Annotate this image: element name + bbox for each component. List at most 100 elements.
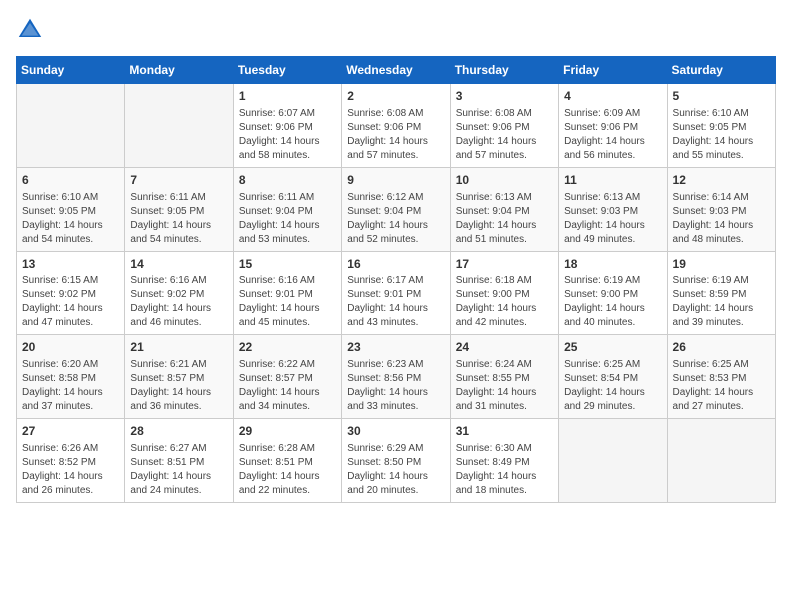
calendar-week-3: 13Sunrise: 6:15 AM Sunset: 9:02 PM Dayli…	[17, 251, 776, 335]
page-header	[16, 16, 776, 44]
day-number: 29	[239, 423, 336, 440]
day-number: 27	[22, 423, 119, 440]
day-info: Sunrise: 6:21 AM Sunset: 8:57 PM Dayligh…	[130, 358, 227, 414]
day-number: 20	[22, 339, 119, 356]
calendar-cell: 11 Sunrise: 6:13 AM Sunset: 9:03 PM Dayli…	[559, 167, 667, 251]
calendar-cell: 19Sunrise: 6:19 AM Sunset: 8:59 PM Dayli…	[667, 251, 775, 335]
day-number: 28	[130, 423, 227, 440]
day-info: Sunrise: 6:17 AM Sunset: 9:01 PM Dayligh…	[347, 274, 444, 330]
calendar-week-1: 1 Sunrise: 6:07 AM Sunset: 9:06 PM Daylig…	[17, 84, 776, 168]
day-number: 18	[564, 256, 661, 273]
day-number: 9	[347, 172, 444, 189]
day-info: Sunrise: 6:18 AM Sunset: 9:00 PM Dayligh…	[456, 274, 553, 330]
col-header-friday: Friday	[559, 57, 667, 84]
calendar-cell: 1 Sunrise: 6:07 AM Sunset: 9:06 PM Daylig…	[233, 84, 341, 168]
calendar-cell: 29 Sunrise: 6:28 AM Sunset: 8:51 PM Dayli…	[233, 419, 341, 503]
col-header-wednesday: Wednesday	[342, 57, 450, 84]
col-header-tuesday: Tuesday	[233, 57, 341, 84]
day-number: 2	[347, 88, 444, 105]
day-number: 21	[130, 339, 227, 356]
calendar-cell: 24 Sunrise: 6:24 AM Sunset: 8:55 PM Dayli…	[450, 335, 558, 419]
day-number: 19	[673, 256, 770, 273]
day-info: Sunrise: 6:08 AM Sunset: 9:06 PM Dayligh…	[456, 107, 553, 163]
calendar-week-4: 20Sunrise: 6:20 AM Sunset: 8:58 PM Dayli…	[17, 335, 776, 419]
day-number: 1	[239, 88, 336, 105]
day-info: Sunrise: 6:29 AM Sunset: 8:50 PM Dayligh…	[347, 442, 444, 498]
day-number: 14	[130, 256, 227, 273]
calendar-cell: 28 Sunrise: 6:27 AM Sunset: 8:51 PM Dayli…	[125, 419, 233, 503]
calendar-cell: 20Sunrise: 6:20 AM Sunset: 8:58 PM Dayli…	[17, 335, 125, 419]
calendar-cell: 6 Sunrise: 6:10 AM Sunset: 9:05 PM Daylig…	[17, 167, 125, 251]
calendar-cell: 31Sunrise: 6:30 AM Sunset: 8:49 PM Dayli…	[450, 419, 558, 503]
day-info: Sunrise: 6:13 AM Sunset: 9:04 PM Dayligh…	[456, 191, 553, 247]
day-info: Sunrise: 6:10 AM Sunset: 9:05 PM Dayligh…	[673, 107, 770, 163]
day-number: 31	[456, 423, 553, 440]
day-number: 22	[239, 339, 336, 356]
day-info: Sunrise: 6:27 AM Sunset: 8:51 PM Dayligh…	[130, 442, 227, 498]
calendar-cell: 15Sunrise: 6:16 AM Sunset: 9:01 PM Dayli…	[233, 251, 341, 335]
day-info: Sunrise: 6:16 AM Sunset: 9:01 PM Dayligh…	[239, 274, 336, 330]
day-info: Sunrise: 6:19 AM Sunset: 9:00 PM Dayligh…	[564, 274, 661, 330]
calendar-cell: 5 Sunrise: 6:10 AM Sunset: 9:05 PM Daylig…	[667, 84, 775, 168]
day-number: 8	[239, 172, 336, 189]
day-info: Sunrise: 6:13 AM Sunset: 9:03 PM Dayligh…	[564, 191, 661, 247]
calendar-week-2: 6 Sunrise: 6:10 AM Sunset: 9:05 PM Daylig…	[17, 167, 776, 251]
day-number: 4	[564, 88, 661, 105]
day-info: Sunrise: 6:11 AM Sunset: 9:05 PM Dayligh…	[130, 191, 227, 247]
day-number: 25	[564, 339, 661, 356]
logo	[16, 16, 48, 44]
day-info: Sunrise: 6:14 AM Sunset: 9:03 PM Dayligh…	[673, 191, 770, 247]
day-number: 6	[22, 172, 119, 189]
day-number: 15	[239, 256, 336, 273]
calendar-cell: 23 Sunrise: 6:23 AM Sunset: 8:56 PM Dayli…	[342, 335, 450, 419]
calendar-cell: 2Sunrise: 6:08 AM Sunset: 9:06 PM Daylig…	[342, 84, 450, 168]
day-info: Sunrise: 6:09 AM Sunset: 9:06 PM Dayligh…	[564, 107, 661, 163]
calendar-cell: 13Sunrise: 6:15 AM Sunset: 9:02 PM Dayli…	[17, 251, 125, 335]
logo-icon	[16, 16, 44, 44]
calendar-cell: 17Sunrise: 6:18 AM Sunset: 9:00 PM Dayli…	[450, 251, 558, 335]
day-number: 10	[456, 172, 553, 189]
calendar-cell: 3Sunrise: 6:08 AM Sunset: 9:06 PM Daylig…	[450, 84, 558, 168]
day-number: 16	[347, 256, 444, 273]
calendar-cell: 16Sunrise: 6:17 AM Sunset: 9:01 PM Dayli…	[342, 251, 450, 335]
col-header-thursday: Thursday	[450, 57, 558, 84]
calendar-table: SundayMondayTuesdayWednesdayThursdayFrid…	[16, 56, 776, 503]
calendar-cell: 27 Sunrise: 6:26 AM Sunset: 8:52 PM Dayli…	[17, 419, 125, 503]
day-number: 11	[564, 172, 661, 189]
calendar-cell: 26 Sunrise: 6:25 AM Sunset: 8:53 PM Dayli…	[667, 335, 775, 419]
calendar-cell	[125, 84, 233, 168]
day-number: 24	[456, 339, 553, 356]
calendar-cell	[667, 419, 775, 503]
calendar-cell: 7 Sunrise: 6:11 AM Sunset: 9:05 PM Daylig…	[125, 167, 233, 251]
day-number: 26	[673, 339, 770, 356]
day-info: Sunrise: 6:07 AM Sunset: 9:06 PM Dayligh…	[239, 107, 336, 163]
day-info: Sunrise: 6:15 AM Sunset: 9:02 PM Dayligh…	[22, 274, 119, 330]
day-info: Sunrise: 6:28 AM Sunset: 8:51 PM Dayligh…	[239, 442, 336, 498]
day-number: 30	[347, 423, 444, 440]
day-info: Sunrise: 6:16 AM Sunset: 9:02 PM Dayligh…	[130, 274, 227, 330]
day-number: 23	[347, 339, 444, 356]
calendar-cell: 12 Sunrise: 6:14 AM Sunset: 9:03 PM Dayli…	[667, 167, 775, 251]
day-info: Sunrise: 6:26 AM Sunset: 8:52 PM Dayligh…	[22, 442, 119, 498]
calendar-cell	[559, 419, 667, 503]
col-header-saturday: Saturday	[667, 57, 775, 84]
day-number: 5	[673, 88, 770, 105]
calendar-cell: 10 Sunrise: 6:13 AM Sunset: 9:04 PM Dayli…	[450, 167, 558, 251]
calendar-cell: 22 Sunrise: 6:22 AM Sunset: 8:57 PM Dayli…	[233, 335, 341, 419]
day-info: Sunrise: 6:23 AM Sunset: 8:56 PM Dayligh…	[347, 358, 444, 414]
calendar-cell: 18Sunrise: 6:19 AM Sunset: 9:00 PM Dayli…	[559, 251, 667, 335]
day-number: 13	[22, 256, 119, 273]
day-info: Sunrise: 6:22 AM Sunset: 8:57 PM Dayligh…	[239, 358, 336, 414]
day-number: 7	[130, 172, 227, 189]
day-info: Sunrise: 6:10 AM Sunset: 9:05 PM Dayligh…	[22, 191, 119, 247]
day-number: 17	[456, 256, 553, 273]
col-header-sunday: Sunday	[17, 57, 125, 84]
calendar-cell: 25Sunrise: 6:25 AM Sunset: 8:54 PM Dayli…	[559, 335, 667, 419]
calendar-cell	[17, 84, 125, 168]
col-header-monday: Monday	[125, 57, 233, 84]
day-number: 12	[673, 172, 770, 189]
day-info: Sunrise: 6:24 AM Sunset: 8:55 PM Dayligh…	[456, 358, 553, 414]
calendar-cell: 9Sunrise: 6:12 AM Sunset: 9:04 PM Daylig…	[342, 167, 450, 251]
calendar-week-5: 27 Sunrise: 6:26 AM Sunset: 8:52 PM Dayli…	[17, 419, 776, 503]
day-info: Sunrise: 6:25 AM Sunset: 8:53 PM Dayligh…	[673, 358, 770, 414]
